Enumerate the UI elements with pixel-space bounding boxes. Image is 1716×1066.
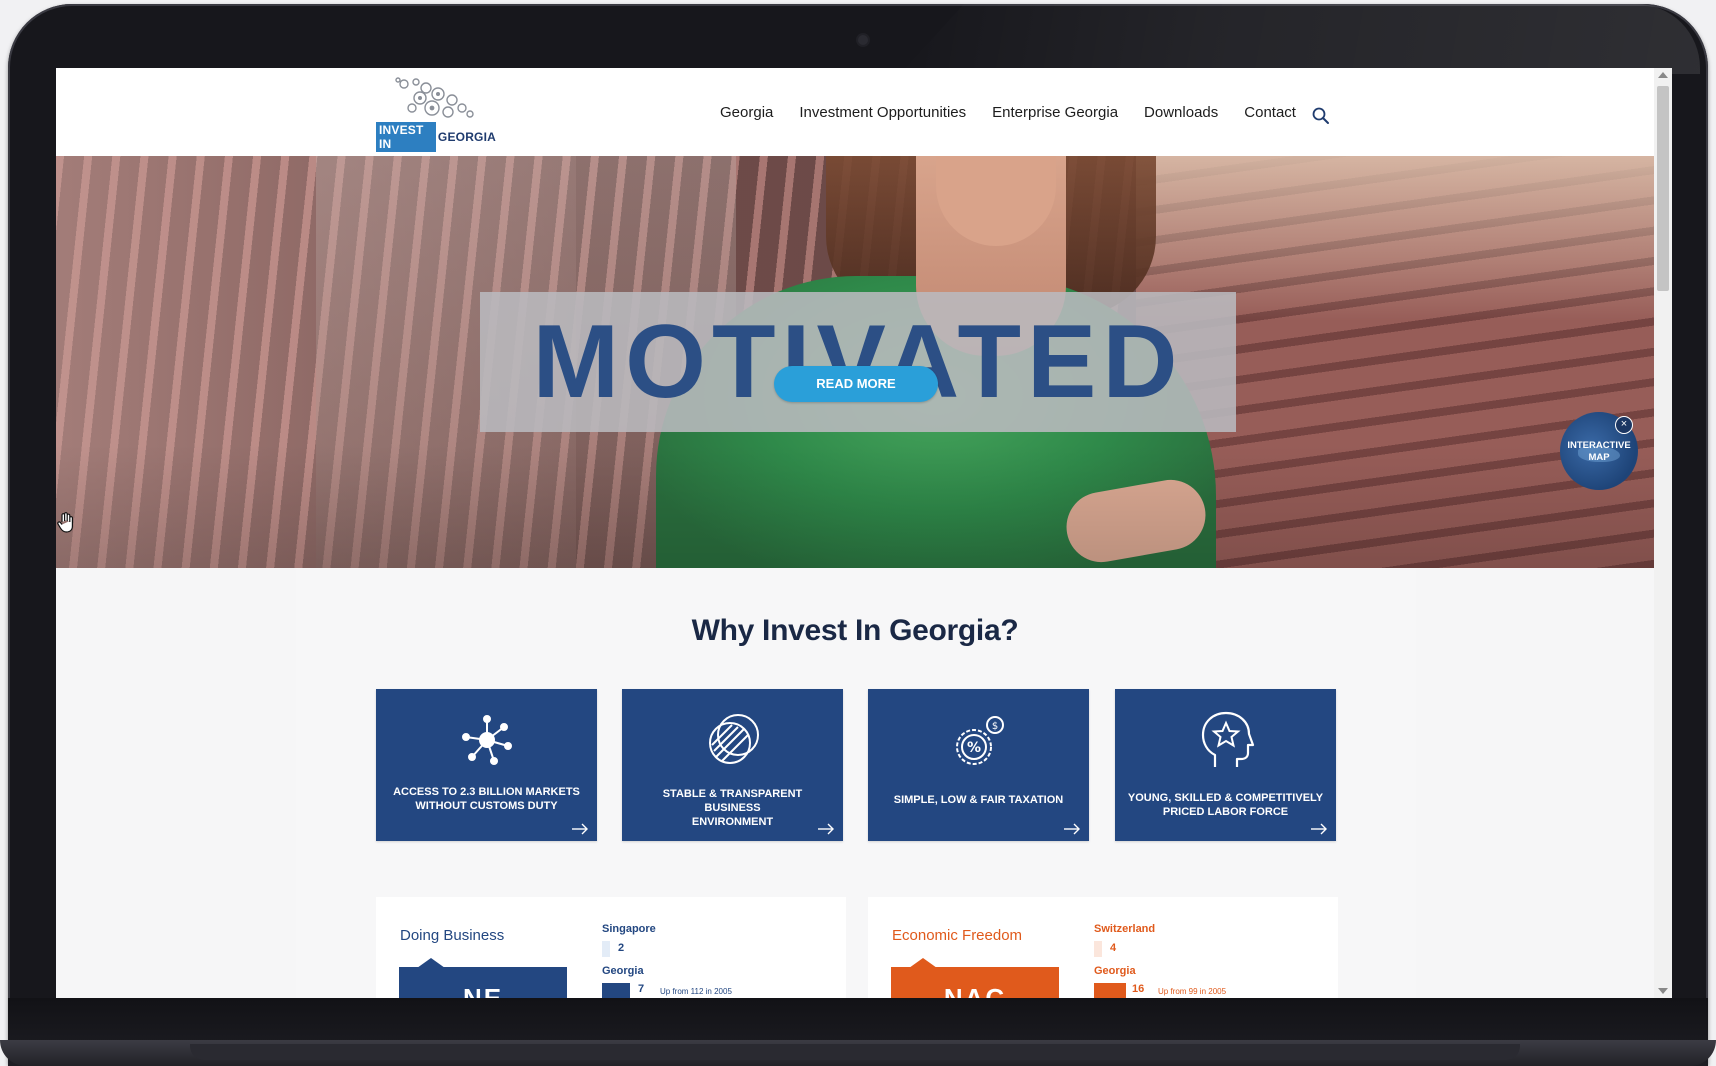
main-nav: Georgia Investment Opportunities Enterpr… — [720, 104, 1322, 121]
nav-downloads[interactable]: Downloads — [1144, 104, 1218, 121]
globe-icon — [709, 714, 759, 764]
ranking-tab-tip — [417, 958, 445, 968]
card-business-environment[interactable]: STABLE & TRANSPARENT BUSINESS ENVIRONMEN… — [622, 689, 843, 841]
ranking-tab[interactable]: NAC — [891, 958, 1059, 998]
card-labor-force[interactable]: YOUNG, SKILLED & COMPETITIVELY PRICED LA… — [1115, 689, 1336, 841]
top-country-value: 4 — [1110, 942, 1117, 954]
browser-viewport: INVEST IN GEORGIA Georgia Investment Opp… — [56, 68, 1672, 998]
card-labor-force-label: YOUNG, SKILLED & COMPETITIVELY PRICED LA… — [1127, 791, 1324, 819]
svg-text:%: % — [967, 740, 981, 756]
arrow-right-icon — [1064, 823, 1080, 835]
country-label: Georgia — [602, 965, 644, 977]
interactive-map-label-line2: MAP — [1588, 452, 1610, 463]
interactive-map-label-line1: INTERACTIVE — [1567, 440, 1631, 451]
screen-glare — [900, 4, 1700, 74]
card-markets-label: ACCESS TO 2.3 BILLION MARKETS WITHOUT CU… — [388, 785, 585, 813]
ranking-tab-text: NE — [462, 983, 504, 998]
country-value: 7 — [638, 983, 645, 995]
card-business-environment-label: STABLE & TRANSPARENT BUSINESS ENVIRONMEN… — [634, 787, 831, 829]
section-title: Why Invest In Georgia? — [691, 614, 1019, 647]
card-taxation-label-line1: SIMPLE, LOW & FAIR TAXATION — [893, 794, 1064, 806]
top-country-label: Singapore — [602, 923, 656, 935]
scroll-up-arrow-icon[interactable] — [1658, 72, 1668, 78]
card-business-environment-label-line2: ENVIRONMENT — [691, 816, 774, 828]
card-labor-force-label-line1: YOUNG, SKILLED & COMPETITIVELY — [1127, 792, 1324, 804]
country-note: Up from 112 in 2005 — [660, 987, 732, 996]
logo-tag: INVEST IN — [376, 122, 436, 152]
network-icon — [462, 715, 512, 765]
top-country-label: Switzerland — [1094, 923, 1156, 935]
arrow-right-icon — [572, 823, 588, 835]
head-star-icon — [1201, 711, 1255, 767]
doing-business-panel: Doing Business NE Singapore 2 Georgia 7 … — [376, 897, 846, 998]
country-label: Georgia — [1094, 965, 1136, 977]
logo-wordmark: INVEST IN GEORGIA — [376, 122, 496, 152]
ranking-tab-text: NAC — [943, 983, 1007, 998]
close-icon[interactable]: × — [1615, 416, 1633, 434]
hero-headline: MOTIVATED — [532, 304, 1184, 420]
scrollbar-thumb[interactable] — [1657, 86, 1669, 291]
search-icon[interactable] — [1311, 106, 1331, 126]
arrow-right-icon — [818, 823, 834, 835]
why-cards: ACCESS TO 2.3 BILLION MARKETS WITHOUT CU… — [376, 689, 1336, 841]
country-note: Up from 99 in 2005 — [1158, 987, 1227, 996]
country-value: 16 — [1132, 983, 1145, 995]
card-markets[interactable]: ACCESS TO 2.3 BILLION MARKETS WITHOUT CU… — [376, 689, 597, 841]
interactive-map-label: INTERACTIVE MAP — [1560, 440, 1638, 464]
read-more-button[interactable]: READ MORE — [774, 366, 938, 402]
card-taxation-label: SIMPLE, LOW & FAIR TAXATION — [880, 793, 1077, 807]
top-country-value: 2 — [618, 942, 625, 954]
card-business-environment-label-line1: STABLE & TRANSPARENT BUSINESS — [662, 788, 803, 814]
hero-headline-box: MOTIVATED — [480, 292, 1236, 432]
laptop-base-notch — [190, 1044, 1520, 1060]
hand-cursor-icon — [57, 512, 73, 533]
svg-text:$: $ — [992, 721, 998, 732]
web-page: INVEST IN GEORGIA Georgia Investment Opp… — [56, 68, 1654, 998]
scroll-down-arrow-icon[interactable] — [1658, 988, 1668, 994]
card-markets-label-line2: WITHOUT CUSTOMS DUTY — [415, 800, 558, 812]
nav-investment-opportunities[interactable]: Investment Opportunities — [799, 104, 966, 121]
top-country-bar — [1094, 941, 1102, 957]
site-logo[interactable]: INVEST IN GEORGIA — [376, 76, 496, 152]
webcam — [858, 35, 868, 45]
economic-freedom-panel: Economic Freedom NAC Switzerland 4 Georg… — [868, 897, 1338, 998]
card-markets-label-line1: ACCESS TO 2.3 BILLION MARKETS — [393, 786, 580, 798]
tax-percent-icon: % $ — [956, 716, 1004, 765]
nav-georgia[interactable]: Georgia — [720, 104, 773, 121]
top-country-bar — [602, 941, 610, 957]
nav-enterprise-georgia[interactable]: Enterprise Georgia — [992, 104, 1118, 121]
gears-logo-icon — [395, 77, 474, 118]
logo-country: GEORGIA — [437, 130, 496, 144]
country-bar — [602, 983, 630, 998]
hero-banner: MOTIVATED READ MORE — [56, 156, 1654, 568]
panel-title: Doing Business — [400, 927, 505, 944]
ranking-tab-tip — [909, 958, 937, 968]
card-taxation[interactable]: % $ SIMPLE, LOW & FAIR TAXATION — [868, 689, 1089, 841]
panel-title: Economic Freedom — [892, 927, 1023, 944]
site-header: INVEST IN GEORGIA Georgia Investment Opp… — [56, 68, 1654, 156]
country-bar — [1094, 983, 1126, 998]
vertical-scrollbar[interactable] — [1654, 68, 1672, 998]
nav-contact[interactable]: Contact — [1244, 104, 1296, 121]
ranking-tab[interactable]: NE — [399, 958, 567, 998]
card-labor-force-label-line2: PRICED LABOR FORCE — [1162, 806, 1289, 818]
arrow-right-icon — [1311, 823, 1327, 835]
